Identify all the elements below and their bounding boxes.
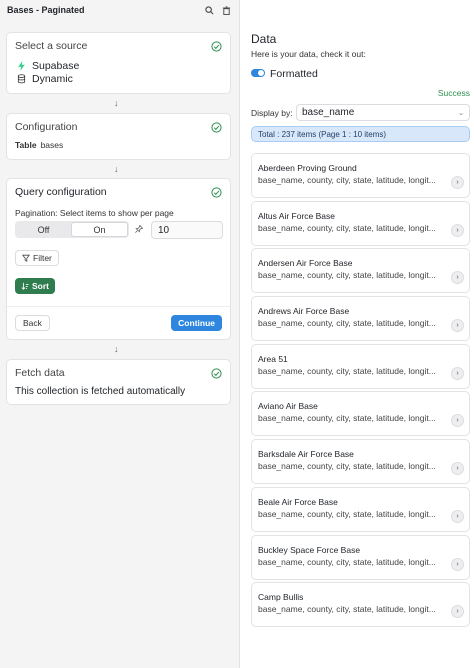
list-item[interactable]: Area 51 base_name, county, city, state, l… — [251, 343, 470, 389]
pagination-off-option[interactable]: Off — [16, 222, 71, 237]
sort-icon — [21, 282, 29, 290]
source-option-label: Dynamic — [32, 72, 73, 85]
formatted-label: Formatted — [270, 68, 318, 80]
check-circle-icon — [211, 367, 222, 379]
formatted-toggle[interactable] — [251, 69, 265, 77]
status-success: Success — [437, 88, 470, 98]
list-item[interactable]: Andersen Air Force Base base_name, county… — [251, 248, 470, 294]
chevron-right-icon[interactable]: › — [451, 557, 464, 571]
filter-label: Filter — [33, 253, 52, 263]
item-fields: base_name, county, city, state, latitude… — [258, 270, 436, 281]
continue-button[interactable]: Continue — [171, 315, 222, 331]
table-key: Table — [15, 140, 37, 150]
chevron-right-icon[interactable]: › — [451, 509, 464, 523]
list-item[interactable]: Barksdale Air Force Base base_name, count… — [251, 439, 470, 485]
list-item[interactable]: Altus Air Force Base base_name, county, c… — [251, 200, 470, 246]
card-divider — [7, 306, 230, 307]
source-option-dynamic: Dynamic — [7, 72, 230, 85]
item-fields: base_name, county, city, state, latitude… — [258, 556, 436, 567]
display-by-label: Display by: — [251, 108, 293, 118]
data-subtitle: Here is your data, check it out: — [251, 49, 366, 59]
arrow-down-icon: ↓ — [114, 164, 119, 174]
source-card-title: Select a source — [15, 40, 88, 52]
source-option-supabase: Supabase — [7, 59, 230, 72]
source-card[interactable]: Select a source Supabase Dynamic — [6, 32, 231, 94]
list-item[interactable]: Camp Bullis base_name, county, city, stat… — [251, 582, 470, 628]
item-title: Aberdeen Proving Ground — [258, 163, 357, 173]
item-fields: base_name, county, city, state, latitude… — [258, 508, 436, 519]
trash-icon[interactable] — [222, 5, 231, 15]
item-fields: base_name, county, city, state, latitude… — [258, 413, 436, 424]
arrow-down-icon: ↓ — [114, 98, 119, 108]
check-circle-icon — [211, 186, 222, 198]
item-title: Altus Air Force Base — [258, 210, 336, 221]
list-item[interactable]: Aviano Air Base base_name, county, city, … — [251, 391, 470, 437]
query-card-title: Query configuration — [15, 186, 107, 198]
configuration-card-title: Configuration — [15, 121, 78, 133]
item-fields: base_name, county, city, state, latitude… — [258, 604, 436, 615]
check-circle-icon — [211, 40, 222, 52]
item-title: Barksdale Air Force Base — [258, 449, 354, 460]
item-title: Andrews Air Force Base — [258, 306, 350, 317]
chevron-down-icon: ⌄ — [458, 109, 464, 117]
list-item[interactable]: Buckley Space Force Base base_name, count… — [251, 534, 470, 580]
item-title: Andersen Air Force Base — [258, 258, 353, 269]
list-item[interactable]: Beale Air Force Base base_name, county, c… — [251, 486, 470, 532]
arrow-down-icon: ↓ — [114, 344, 119, 354]
filter-button[interactable]: Filter — [15, 250, 59, 266]
configuration-card[interactable]: Configuration Table bases — [6, 113, 231, 160]
list-item[interactable]: Aberdeen Proving Ground base_name, county… — [251, 153, 470, 198]
left-panel: Bases - Paginated Select a source Supaba… — [0, 0, 240, 668]
search-icon[interactable] — [205, 5, 214, 15]
item-fields: base_name, county, city, state, latitude… — [258, 175, 436, 185]
filter-icon — [22, 254, 30, 262]
pagination-label: Pagination: Select items to show per pag… — [15, 208, 174, 218]
pagination-on-option[interactable]: On — [71, 222, 128, 237]
chevron-right-icon[interactable]: › — [451, 366, 464, 380]
item-fields: base_name, county, city, state, latitude… — [258, 318, 436, 329]
chevron-right-icon[interactable]: › — [451, 605, 464, 619]
database-icon — [17, 73, 26, 83]
panel-title: Bases - Paginated — [7, 5, 85, 15]
sort-label: Sort — [32, 281, 49, 291]
list-item[interactable]: Andrews Air Force Base base_name, county,… — [251, 296, 470, 342]
chevron-right-icon[interactable]: › — [451, 176, 464, 189]
item-fields: base_name, county, city, state, latitude… — [258, 222, 436, 233]
total-badge: Total : 237 items (Page 1 : 10 items) — [251, 126, 470, 142]
chevron-right-icon[interactable]: › — [451, 319, 464, 333]
pagination-toggle[interactable]: Off On — [15, 221, 129, 238]
bolt-icon — [18, 60, 25, 71]
item-title: Camp Bullis — [258, 592, 304, 603]
item-fields: base_name, county, city, state, latitude… — [258, 365, 436, 376]
data-panel: Data Here is your data, check it out: Fo… — [241, 0, 474, 668]
chevron-right-icon[interactable]: › — [451, 271, 464, 285]
display-by-value: base_name — [302, 107, 355, 118]
table-config: Table bases — [7, 140, 230, 150]
item-title: Buckley Space Force Base — [258, 544, 361, 555]
fetch-card-title: Fetch data — [15, 367, 65, 379]
display-by-select[interactable]: base_name ⌄ — [296, 104, 470, 121]
chevron-right-icon[interactable]: › — [451, 223, 464, 237]
pin-icon — [135, 224, 144, 235]
item-fields: base_name, county, city, state, latitude… — [258, 461, 436, 472]
data-title: Data — [251, 32, 277, 46]
query-configuration-card: Query configuration Pagination: Select i… — [6, 178, 231, 340]
table-value: bases — [40, 140, 64, 150]
back-button[interactable]: Back — [15, 315, 50, 331]
source-option-label: Supabase — [32, 59, 80, 72]
data-list: Aberdeen Proving Ground base_name, county… — [251, 153, 470, 630]
fetch-data-card[interactable]: Fetch data This collection is fetched au… — [6, 359, 231, 405]
page-size-input[interactable]: 10 — [151, 221, 223, 239]
chevron-right-icon[interactable]: › — [451, 462, 464, 476]
sort-button[interactable]: Sort — [15, 278, 55, 294]
chevron-right-icon[interactable]: › — [451, 414, 464, 428]
fetch-description: This collection is fetched automatically — [15, 386, 186, 397]
item-title: Beale Air Force Base — [258, 496, 338, 507]
check-circle-icon — [211, 121, 222, 133]
item-title: Aviano Air Base — [258, 401, 318, 412]
item-title: Area 51 — [258, 353, 288, 364]
panel-titlebar: Bases - Paginated — [0, 0, 239, 20]
